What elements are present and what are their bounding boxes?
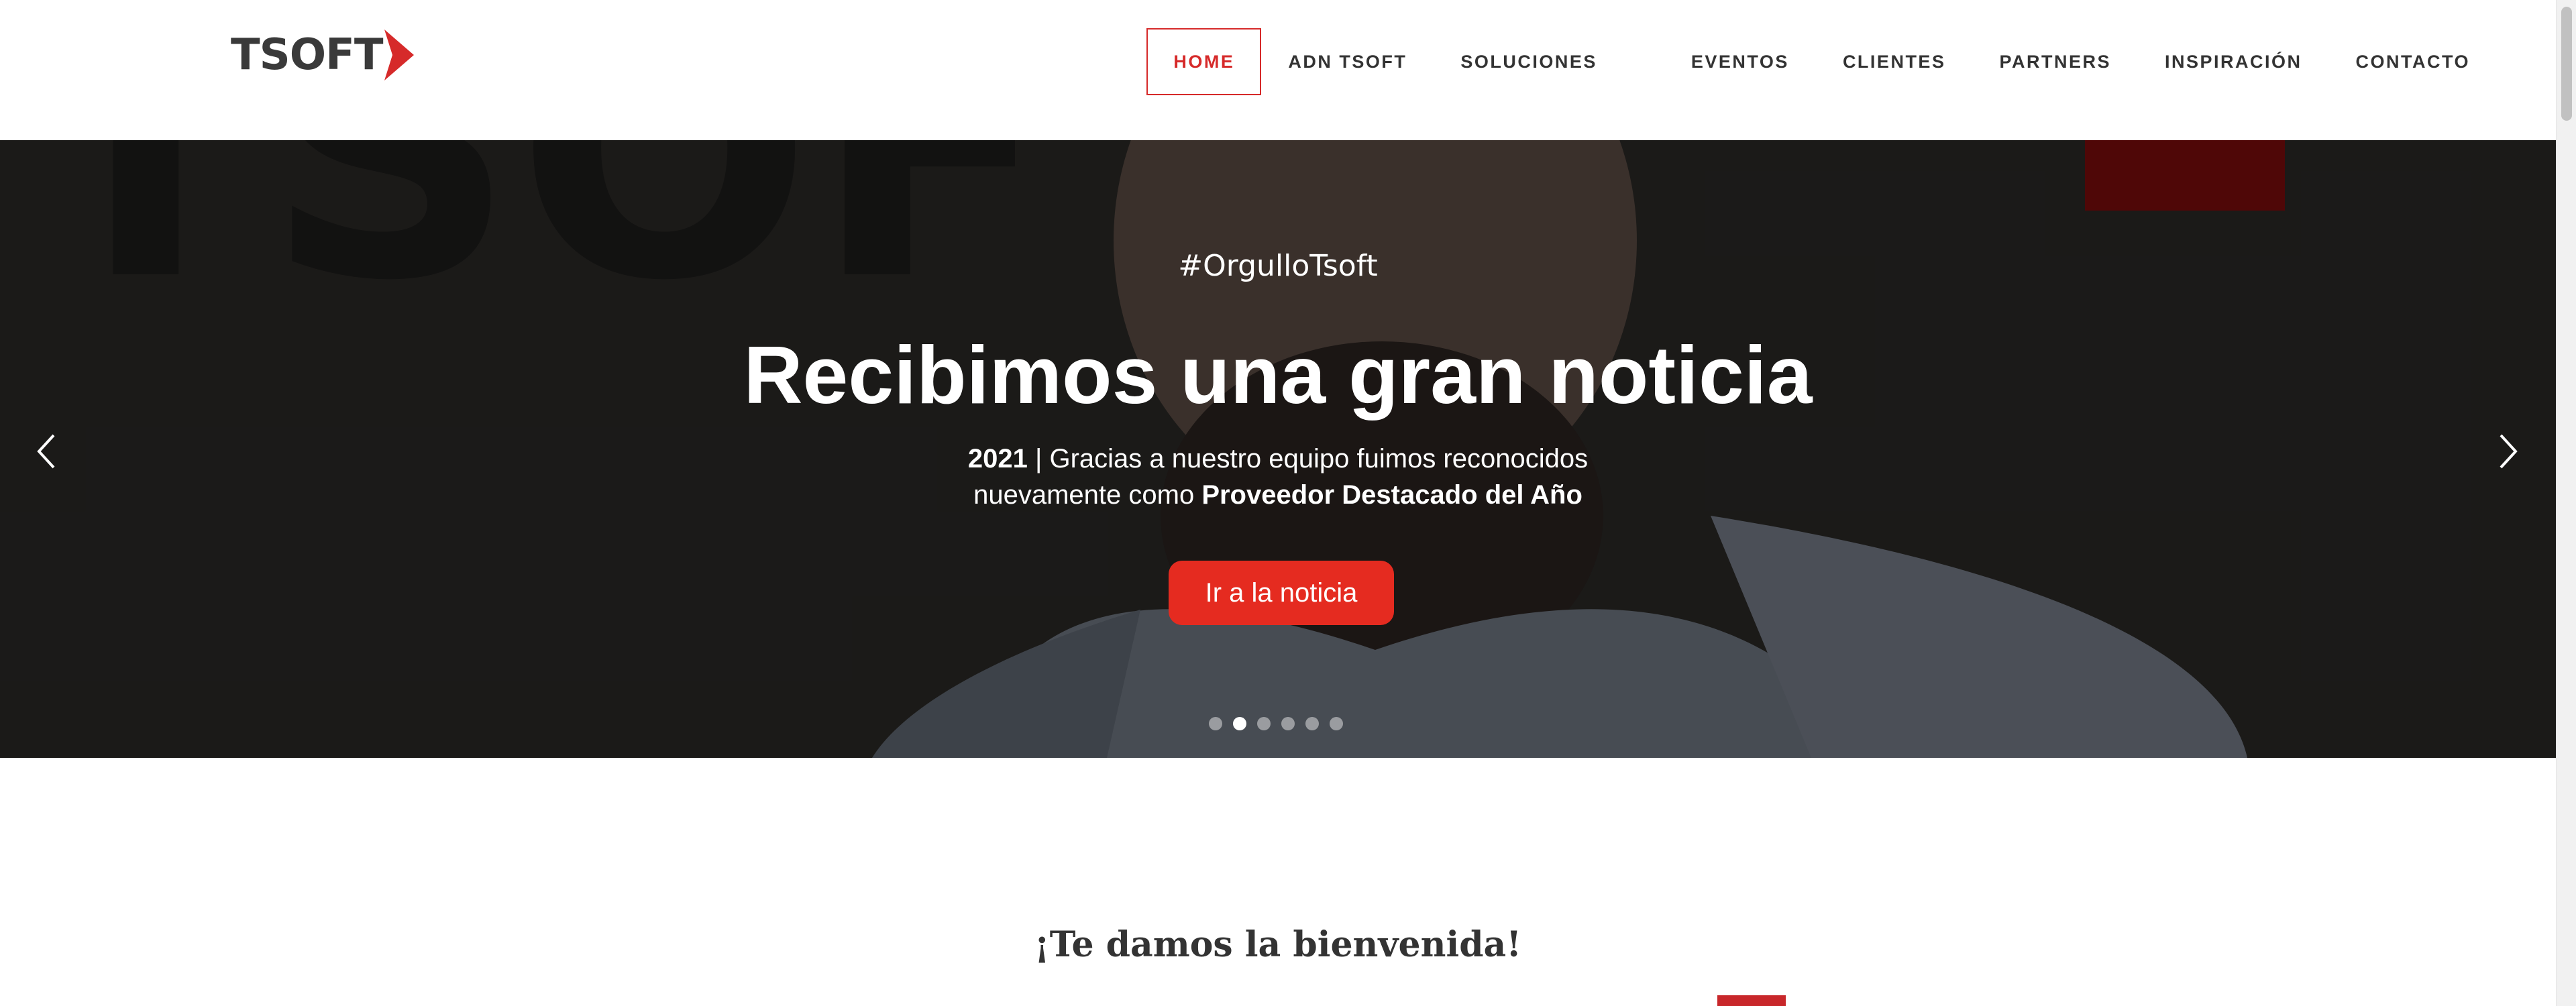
welcome-title: ¡Te damos la bienvenida!: [1034, 924, 1522, 965]
nav-home[interactable]: HOME: [1146, 28, 1262, 95]
main-nav: HOME ADN TSOFT SOLUCIONES EVENTOS CLIENT…: [1146, 28, 2497, 95]
hero-award: Proveedor Destacado del Año: [1201, 480, 1582, 510]
red-accent-block: [1717, 995, 1786, 1006]
hero-title: Recibimos una gran noticia: [743, 329, 1813, 421]
scrollbar-thumb[interactable]: [2561, 7, 2572, 121]
nav-inspiracion[interactable]: INSPIRACIÓN: [2138, 28, 2329, 95]
hero-year: 2021: [967, 444, 1028, 473]
slider-dot[interactable]: [1281, 717, 1295, 730]
hero-content: #OrgulloTsoft Recibimos una gran noticia…: [0, 140, 2556, 758]
hero-hashtag: #OrgulloTsoft: [1178, 249, 1378, 283]
site-header: TSOFT HOME ADN TSOFT SOLUCIONES EVENTOS …: [0, 0, 2556, 140]
hero-slider: TSOF #OrgulloTsoft Recibimos una gran no…: [0, 140, 2556, 758]
nav-soluciones[interactable]: SOLUCIONES: [1434, 28, 1664, 95]
hero-subtitle-text: | Gracias a nuestro equipo fuimos recono…: [1027, 444, 1589, 473]
slider-dot[interactable]: [1209, 717, 1222, 730]
hero-subtitle: 2021 | Gracias a nuestro equipo fuimos r…: [0, 441, 2556, 513]
page-scrollbar[interactable]: [2556, 0, 2576, 1006]
red-chevron-icon: [384, 30, 414, 80]
nav-partners[interactable]: PARTNERS: [1972, 28, 2138, 95]
nav-adn-tsoft[interactable]: ADN TSOFT: [1261, 28, 1434, 95]
hero-subtitle-line2: nuevamente como Proveedor Destacado del …: [0, 477, 2556, 513]
nav-contacto[interactable]: CONTACTO: [2329, 28, 2498, 95]
slider-dot[interactable]: [1330, 717, 1343, 730]
chevron-left-icon[interactable]: [31, 431, 64, 471]
chevron-right-icon[interactable]: [2490, 431, 2524, 471]
slider-dot[interactable]: [1305, 717, 1319, 730]
slider-dot[interactable]: [1257, 717, 1271, 730]
go-to-news-button[interactable]: Ir a la noticia: [1169, 561, 1394, 625]
hero-subtitle-prefix: nuevamente como: [973, 480, 1202, 510]
tsoft-logo[interactable]: TSOFT: [231, 30, 414, 80]
slider-pagination: [1209, 717, 1343, 730]
slider-dot-active[interactable]: [1233, 717, 1246, 730]
nav-eventos[interactable]: EVENTOS: [1664, 28, 1816, 95]
logo-text: TSOFT: [231, 30, 384, 80]
hero-subtitle-line1: 2021 | Gracias a nuestro equipo fuimos r…: [0, 441, 2556, 477]
nav-clientes[interactable]: CLIENTES: [1816, 28, 1973, 95]
